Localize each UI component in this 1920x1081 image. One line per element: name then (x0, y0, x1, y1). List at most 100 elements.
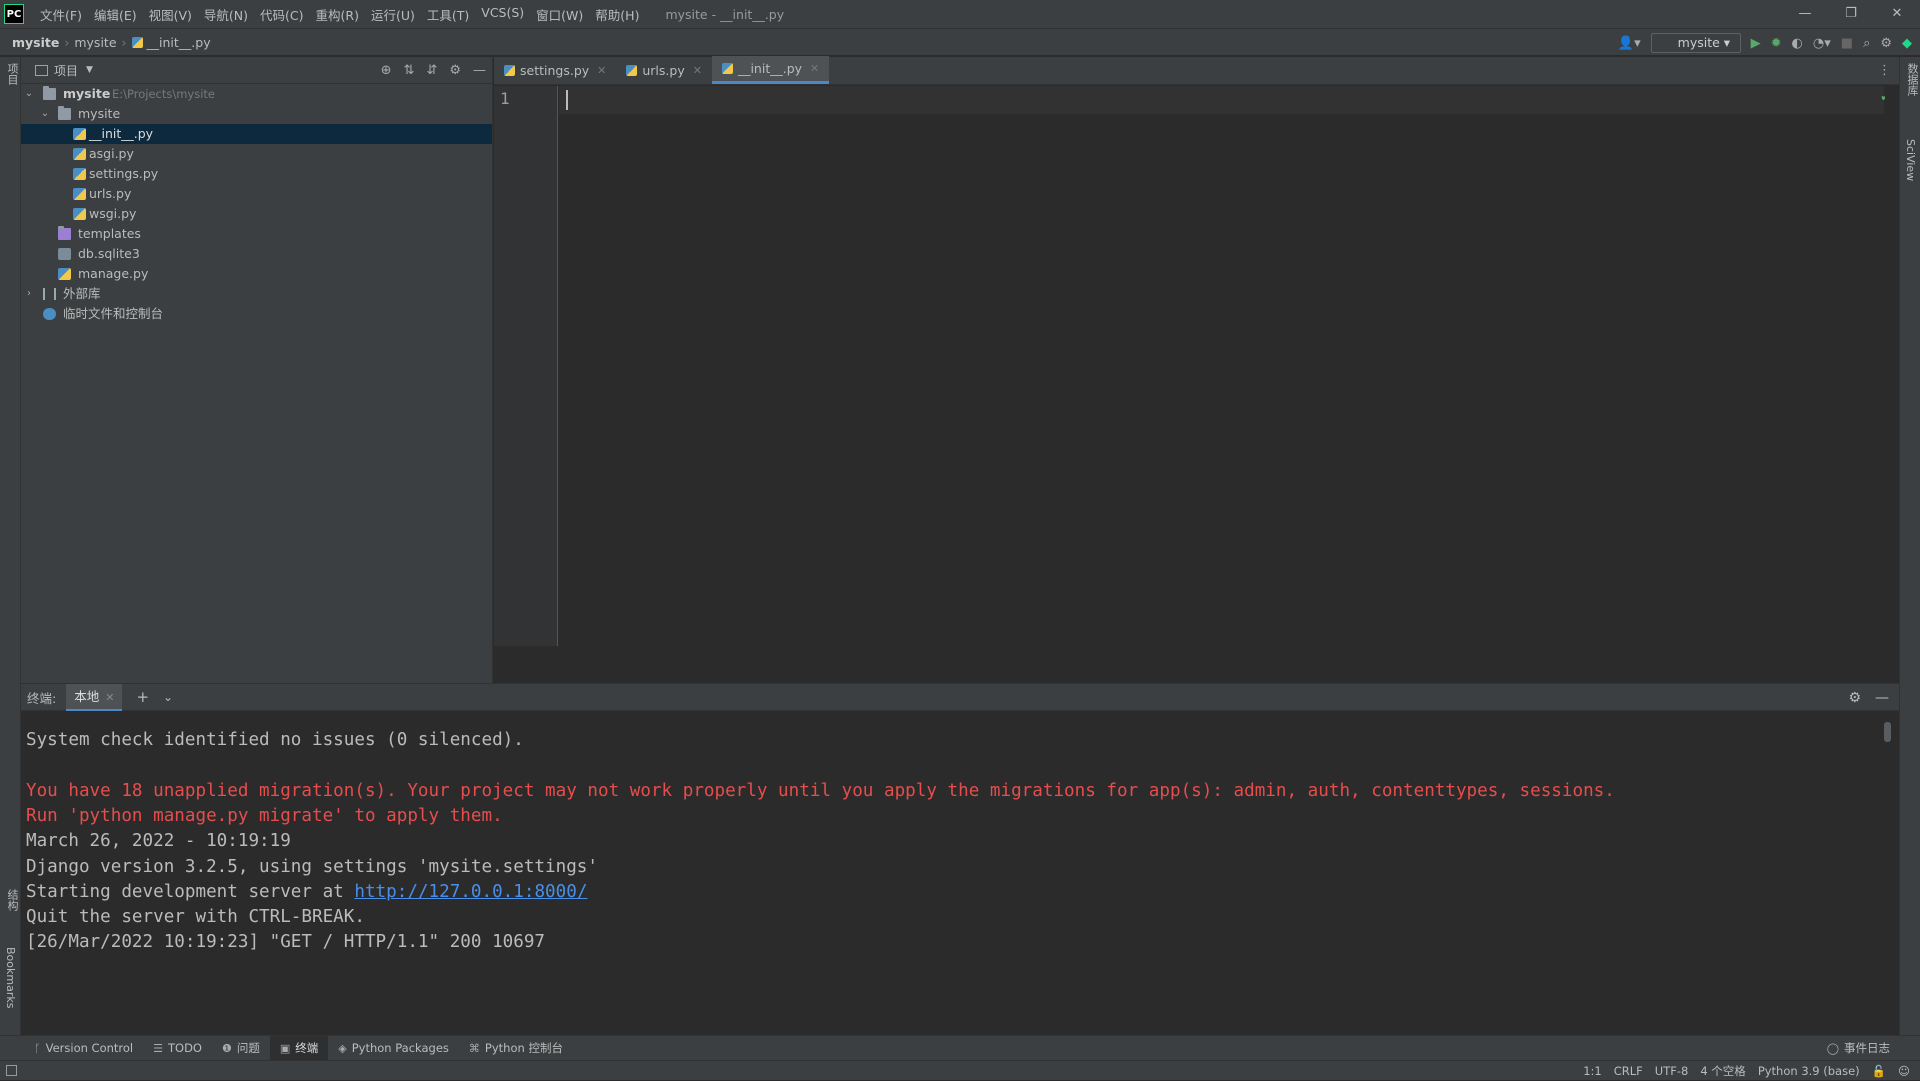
terminal-output[interactable]: System check identified no issues (0 sil… (26, 712, 1876, 1032)
navigation-bar: mysite › mysite › __init__.py 👤▾ mysite … (0, 28, 1920, 56)
tree-node-asgi[interactable]: asgi.py (21, 144, 492, 164)
terminal-line: March 26, 2022 - 10:19:19 (26, 831, 291, 851)
collapse-all-icon[interactable]: ⇵ (426, 63, 437, 78)
python-file-icon (58, 268, 71, 280)
hide-icon[interactable]: — (1875, 690, 1889, 706)
breadcrumb-package[interactable]: mysite (74, 35, 116, 50)
project-view-select[interactable]: 项目 (54, 62, 78, 79)
tree-node-settings[interactable]: settings.py (21, 164, 492, 184)
breadcrumb-file[interactable]: __init__.py (147, 35, 211, 50)
project-tool-button[interactable]: 项目 (4, 63, 20, 85)
version-control-button[interactable]: ᚴ Version Control (24, 1036, 143, 1061)
editor-scrollbar[interactable] (1885, 86, 1899, 646)
tree-node-scratches[interactable]: 临时文件和控制台 (21, 304, 492, 324)
python-console-button[interactable]: ⌘ Python 控制台 (459, 1036, 573, 1061)
gear-icon[interactable]: ⚙ (1880, 36, 1892, 51)
indent-setting[interactable]: 4 个空格 (1700, 1063, 1745, 1079)
menu-view[interactable]: 视图(V) (143, 5, 198, 24)
menu-navigate[interactable]: 导航(N) (198, 5, 254, 24)
menu-vcs[interactable]: VCS(S) (475, 5, 530, 24)
panel-toggle-icon[interactable] (6, 1065, 17, 1076)
locate-icon[interactable]: ⊕ (381, 63, 392, 78)
editor-tabs: settings.py ✕ urls.py ✕ __init__.py ✕ ⋮ (494, 56, 1899, 85)
stop-icon[interactable]: ■ (1841, 36, 1853, 51)
structure-tool-button[interactable]: 结构 (4, 889, 20, 911)
tab-label: settings.py (520, 62, 590, 78)
close-tab-icon[interactable]: ✕ (597, 64, 606, 77)
menu-run[interactable]: 运行(U) (365, 5, 421, 24)
tool-window-label: TODO (168, 1041, 202, 1055)
restore-icon[interactable]: ❐ (1828, 0, 1874, 28)
tree-node-wsgi[interactable]: wsgi.py (21, 204, 492, 224)
todo-button[interactable]: ☰ TODO (143, 1036, 212, 1061)
left-tool-strip: 项目 结构 Bookmarks (0, 57, 21, 1035)
tab-urls[interactable]: urls.py ✕ (616, 56, 712, 84)
chevron-down-icon[interactable]: ⌄ (23, 84, 35, 104)
tree-node-root[interactable]: ⌄ mysite E:\Projects\mysite (21, 84, 492, 104)
database-tool-button[interactable]: 数据库 (1904, 63, 1920, 96)
hide-icon[interactable]: — (473, 63, 486, 78)
terminal-tab-label: 本地 (74, 688, 100, 704)
python-packages-button[interactable]: ◈ Python Packages (328, 1036, 459, 1061)
line-separator[interactable]: CRLF (1614, 1064, 1643, 1078)
menu-window[interactable]: 窗口(W) (530, 5, 589, 24)
run-icon[interactable]: ▶ (1751, 36, 1761, 51)
menu-tools[interactable]: 工具(T) (421, 5, 475, 24)
terminal-line-warning: You have 18 unapplied migration(s). Your… (26, 781, 1615, 801)
terminal-tab-local[interactable]: 本地 ✕ (66, 683, 123, 711)
terminal-button[interactable]: ▣ 终端 (269, 1035, 329, 1061)
tab-settings[interactable]: settings.py ✕ (494, 56, 616, 84)
menu-code[interactable]: 代码(C) (254, 5, 309, 24)
tree-node-init[interactable]: __init__.py (21, 124, 492, 144)
profile-icon[interactable]: ◔▾ (1813, 36, 1831, 51)
search-icon[interactable]: ⌕ (1863, 36, 1870, 51)
tree-node-templates[interactable]: templates (21, 224, 492, 244)
python-file-icon (73, 128, 86, 140)
file-encoding[interactable]: UTF-8 (1655, 1064, 1689, 1078)
jetbrains-icon[interactable]: ◆ (1902, 36, 1912, 51)
chevron-down-icon[interactable]: ⌄ (39, 104, 51, 124)
project-panel: 项目 ▼ ⊕ ⇅ ⇵ ⚙ — ⌄ mysite E:\Projects\mysi… (21, 57, 493, 683)
event-log-button[interactable]: ◯ 事件日志 (1817, 1036, 1900, 1061)
coverage-icon[interactable]: ◐ (1792, 36, 1803, 51)
bookmarks-tool-button[interactable]: Bookmarks (4, 947, 17, 1008)
menu-refactor[interactable]: 重构(R) (310, 5, 365, 24)
debug-icon[interactable]: ✹ (1771, 36, 1782, 51)
python-interpreter[interactable]: Python 3.9 (base) (1758, 1064, 1860, 1078)
tree-node-external-libs[interactable]: › 外部库 (21, 284, 492, 304)
new-terminal-icon[interactable]: + (136, 688, 149, 706)
tab-init[interactable]: __init__.py ✕ (711, 56, 830, 84)
notifications-icon[interactable]: ☺ (1898, 1064, 1910, 1078)
user-icon[interactable]: 👤▾ (1618, 36, 1641, 51)
project-panel-header: 项目 ▼ ⊕ ⇅ ⇵ ⚙ — (21, 57, 492, 84)
problems-button[interactable]: ❶ 问题 (212, 1036, 270, 1061)
gear-icon[interactable]: ⚙ (449, 63, 461, 78)
chevron-down-icon[interactable]: ▼ (86, 65, 93, 75)
close-tab-icon[interactable]: ✕ (105, 691, 114, 704)
menu-edit[interactable]: 编辑(E) (88, 5, 143, 24)
menu-help[interactable]: 帮助(H) (589, 5, 645, 24)
close-icon[interactable]: ✕ (1874, 0, 1920, 28)
gear-icon[interactable]: ⚙ (1848, 690, 1861, 706)
current-line-highlight (559, 86, 1884, 114)
breadcrumb-project[interactable]: mysite (12, 35, 59, 50)
tree-node-urls[interactable]: urls.py (21, 184, 492, 204)
tree-node-manage[interactable]: manage.py (21, 264, 492, 284)
minimize-icon[interactable]: — (1782, 0, 1828, 28)
chevron-right-icon[interactable]: › (23, 284, 35, 304)
menu-file[interactable]: 文件(F) (34, 5, 88, 24)
run-configuration-select[interactable]: mysite ▾ (1650, 33, 1741, 53)
terminal-line: Django version 3.2.5, using settings 'my… (26, 857, 598, 877)
sciview-tool-button[interactable]: SciView (1904, 139, 1917, 181)
chevron-down-icon[interactable]: ⌄ (163, 690, 173, 704)
expand-all-icon[interactable]: ⇅ (404, 63, 415, 78)
tree-node-db[interactable]: db.sqlite3 (21, 244, 492, 264)
lock-icon[interactable]: 🔓 (1872, 1064, 1886, 1078)
server-url-link[interactable]: http://127.0.0.1:8000/ (354, 882, 587, 902)
close-tab-icon[interactable]: ✕ (810, 62, 819, 75)
terminal-scrollbar[interactable] (1884, 722, 1891, 742)
tree-node-package[interactable]: ⌄ mysite (21, 104, 492, 124)
more-tabs-icon[interactable]: ⋮ (1878, 63, 1891, 78)
close-tab-icon[interactable]: ✕ (693, 64, 702, 77)
caret-position[interactable]: 1:1 (1583, 1064, 1602, 1078)
